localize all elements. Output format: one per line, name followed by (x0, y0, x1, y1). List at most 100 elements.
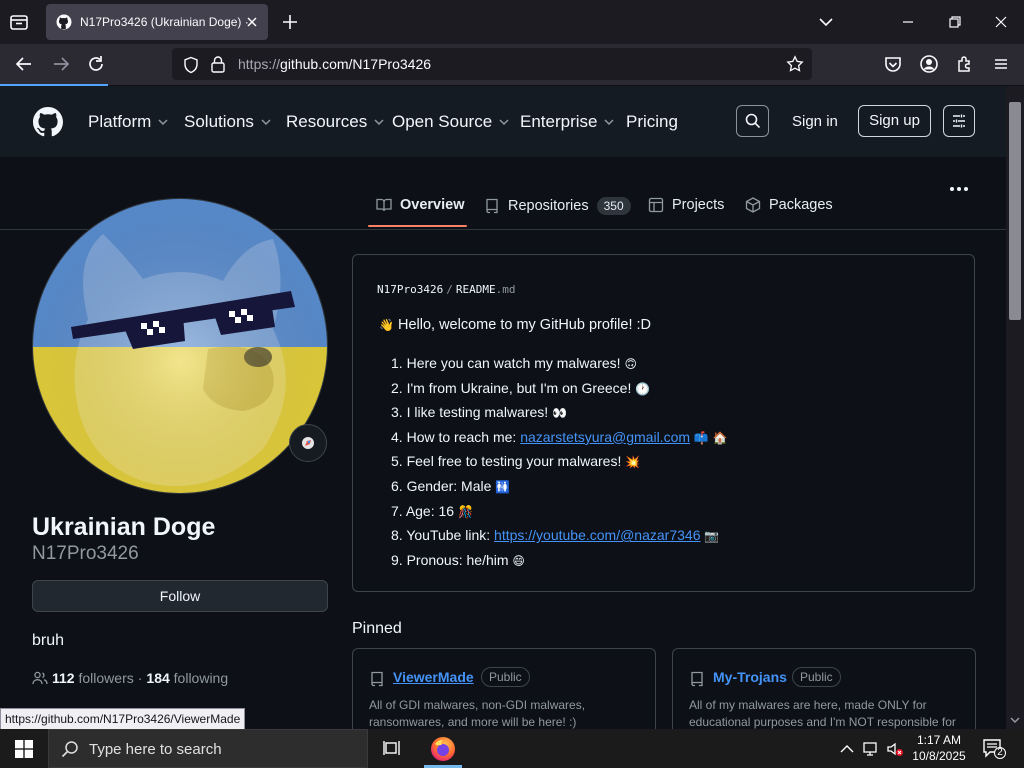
visibility-badge: Public (792, 667, 841, 687)
item-number: 6. (391, 477, 403, 494)
volume-muted-icon[interactable] (886, 740, 904, 758)
tab-overview[interactable]: Overview (376, 197, 465, 213)
status-emoji-button[interactable] (289, 424, 327, 462)
close-tab-icon[interactable] (244, 14, 260, 30)
nav-solutions[interactable]: Solutions (184, 112, 272, 132)
search-button[interactable] (736, 105, 769, 137)
hamburger-menu-icon[interactable] (990, 53, 1012, 75)
browser-tab-active[interactable]: N17Pro3426 (Ukrainian Doge) · (46, 4, 268, 40)
waving-hand-icon: 👋 (379, 318, 394, 332)
avatar[interactable] (32, 198, 328, 494)
followers-row: 112 followers · 184 following (32, 670, 228, 686)
settings-sliders-button[interactable] (943, 105, 975, 137)
scrollbar-thumb[interactable] (1009, 102, 1021, 320)
chevron-up-icon[interactable] (838, 740, 856, 758)
pinned-repo-description: All of GDI malwares, non-GDI malwares, r… (369, 698, 586, 729)
back-arrow-icon[interactable] (13, 53, 35, 75)
page-scrollbar[interactable] (1006, 86, 1024, 729)
pinned-repo-card: ViewerMade Public All of GDI malwares, n… (352, 648, 656, 738)
extensions-icon[interactable] (954, 53, 976, 75)
active-tab-underline (368, 225, 467, 227)
separator-dot: · (137, 670, 143, 686)
minimize-window-icon[interactable] (898, 12, 918, 32)
tab-overview-label: Overview (400, 197, 465, 213)
nav-enterprise[interactable]: Enterprise (520, 112, 615, 132)
item-number: 8. (391, 527, 403, 544)
tab-packages-label: Packages (769, 197, 833, 213)
sign-in-link[interactable]: Sign in (792, 113, 838, 130)
tab-title: N17Pro3426 (Ukrainian Doge) · (80, 15, 248, 29)
sliders-icon (951, 113, 967, 129)
camera-icon: 📷 (704, 529, 720, 544)
chevron-down-icon (603, 116, 615, 128)
email-link[interactable]: nazarstetsyura@gmail.com (520, 429, 690, 445)
windows-start-icon[interactable] (14, 739, 34, 759)
chevron-down-icon[interactable] (816, 12, 836, 32)
chevron-down-icon (498, 116, 510, 128)
readme-path: N17Pro3426/README.md (377, 283, 515, 296)
taskbar-clock[interactable]: 1:17 AM 10/8/2025 (908, 732, 970, 764)
list-item: 2. I'm from Ukraine, but I'm on Greece! … (391, 378, 728, 403)
forward-arrow-icon[interactable] (50, 53, 72, 75)
followers-link[interactable]: 112 followers (52, 670, 134, 686)
lock-icon[interactable] (210, 55, 226, 73)
table-icon (648, 197, 672, 213)
repo-icon (689, 671, 705, 687)
upside-down-face-icon: 🙃 (624, 357, 637, 371)
readme-path-sep: / (446, 283, 453, 296)
more-options-icon[interactable] (948, 181, 970, 197)
account-icon[interactable] (918, 53, 940, 75)
task-view-icon[interactable] (382, 738, 402, 758)
pinned-repo-link[interactable]: My-Trojans (713, 669, 787, 685)
nav-platform[interactable]: Platform (88, 112, 169, 132)
confetti-icon: 🎊 (457, 504, 473, 519)
firefox-taskbar-icon[interactable] (430, 736, 456, 762)
sign-up-button[interactable]: Sign up (858, 105, 931, 137)
nav-resources[interactable]: Resources (286, 112, 385, 132)
readme-greeting: 👋 Hello, welcome to my GitHub profile! :… (379, 317, 651, 333)
new-tab-icon[interactable] (280, 12, 300, 32)
network-icon[interactable] (862, 740, 880, 758)
clock-time: 1:17 AM (916, 733, 962, 747)
profile-bio: bruh (32, 632, 65, 649)
mailbox-house-icon: 📫 🏠 (693, 430, 728, 445)
reload-icon[interactable] (85, 53, 107, 75)
browser-tab-bar: N17Pro3426 (Ukrainian Doge) · (0, 0, 1024, 44)
list-item: 8. YouTube link: https://youtube.com/@na… (391, 525, 728, 550)
following-link[interactable]: 184 following (146, 670, 228, 686)
youtube-link[interactable]: https://youtube.com/@nazar7346 (494, 527, 700, 543)
list-item: 9. Pronous: he/him 😄 (391, 550, 728, 575)
close-window-icon[interactable] (991, 12, 1011, 32)
follow-button[interactable]: Follow (32, 580, 328, 612)
taskbar-search-input[interactable]: Type here to search (48, 729, 368, 768)
readme-path-user[interactable]: N17Pro3426 (377, 283, 443, 296)
list-all-tabs-icon[interactable] (8, 11, 30, 33)
notification-center-icon[interactable]: 2 (982, 738, 1006, 760)
tab-projects-label: Projects (672, 197, 725, 213)
pinned-repo-link[interactable]: ViewerMade (393, 669, 474, 685)
search-icon (745, 113, 761, 129)
item-number: 7. (391, 502, 403, 519)
tab-projects[interactable]: Projects (648, 197, 724, 213)
restore-window-icon[interactable] (945, 12, 965, 32)
item-text: YouTube link: (406, 527, 495, 544)
list-item: 4. How to reach me: nazarstetsyura@gmail… (391, 427, 728, 452)
nav-solutions-label: Solutions (184, 112, 254, 131)
browser-nav-bar: https://github.com/N17Pro3426 (0, 44, 1024, 85)
readme-list: 1. Here you can watch my malwares! 🙃 2. … (391, 353, 728, 574)
github-logo-icon[interactable] (33, 107, 63, 137)
pocket-icon[interactable] (882, 53, 904, 75)
nav-open-source[interactable]: Open Source (392, 112, 510, 132)
url-protocol: https:// (238, 56, 281, 72)
nav-pricing[interactable]: Pricing (626, 112, 678, 132)
nav-platform-label: Platform (88, 112, 152, 131)
tab-packages[interactable]: Packages (745, 197, 833, 213)
item-text: I'm from Ukraine, but I'm on Greece! (406, 379, 632, 396)
repositories-count-badge: 350 (596, 197, 631, 215)
scroll-down-arrow-icon[interactable] (1010, 716, 1020, 724)
tab-repositories[interactable]: Repositories 350 (484, 197, 631, 215)
bookmark-star-icon[interactable] (786, 55, 804, 73)
shield-icon[interactable] (182, 56, 200, 74)
url-bar[interactable]: https://github.com/N17Pro3426 (172, 48, 812, 80)
item-text: Gender: Male (406, 477, 492, 494)
